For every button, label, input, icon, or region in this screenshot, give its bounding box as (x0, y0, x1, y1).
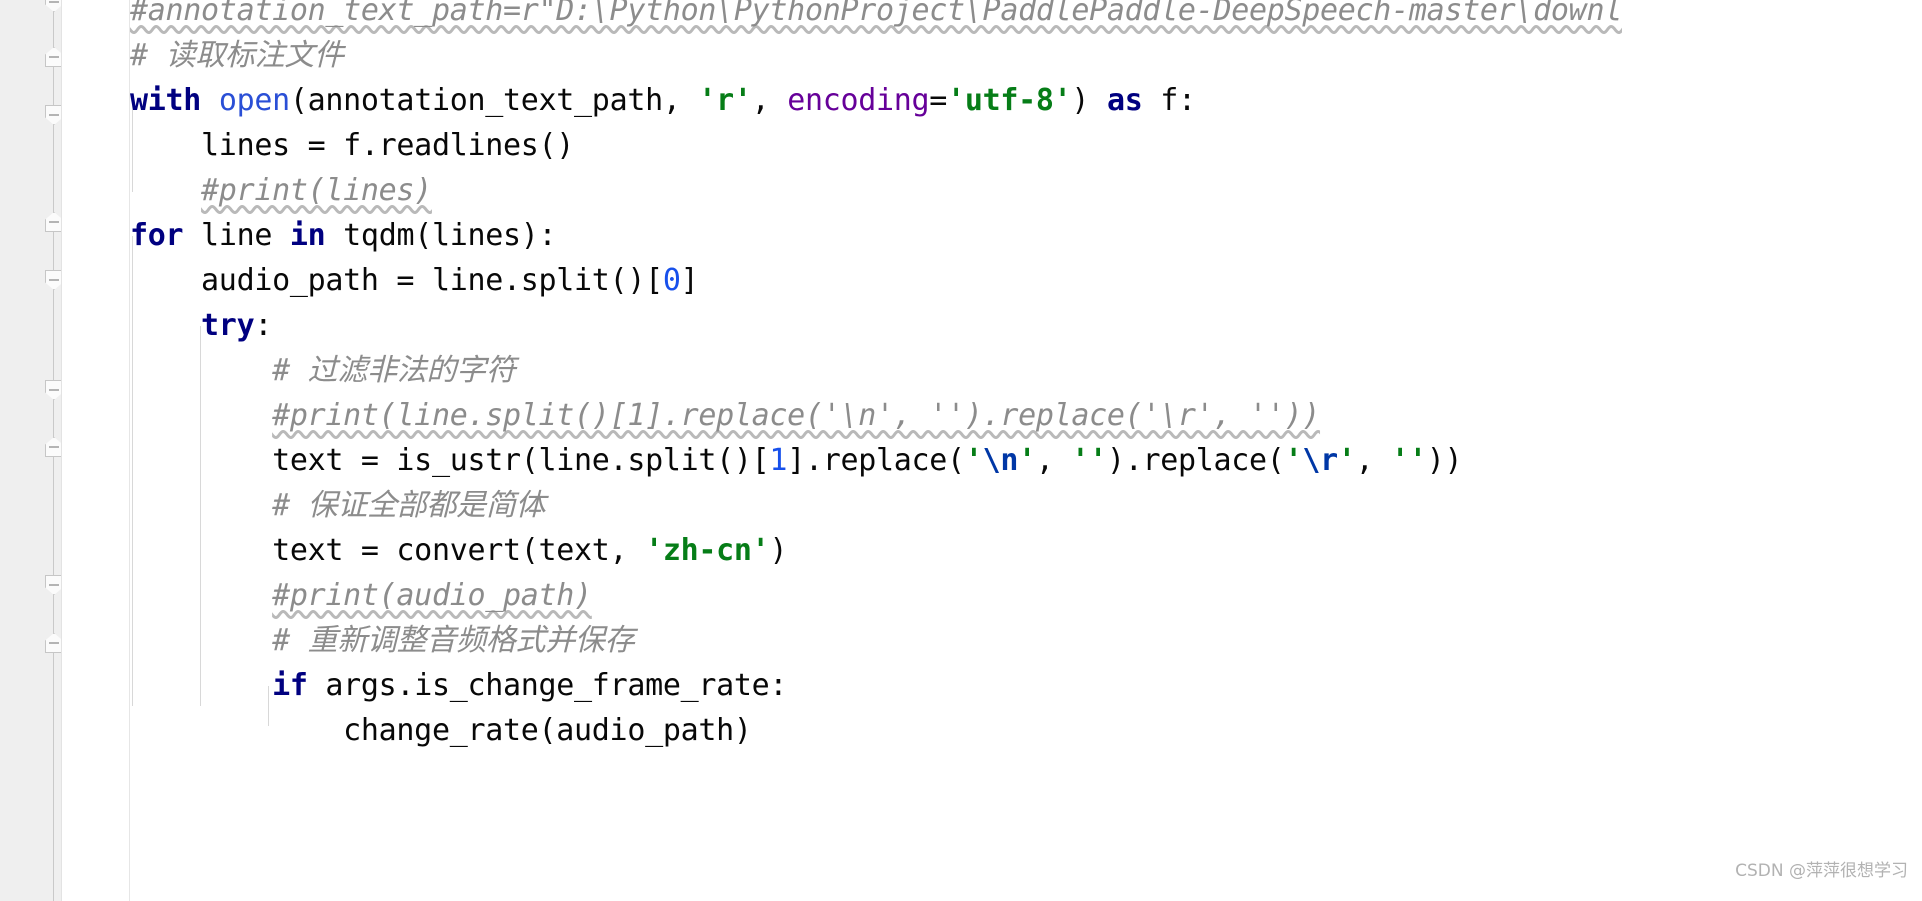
code-token: open (218, 83, 290, 118)
code-token: , (1355, 443, 1392, 478)
code-token: ' (1337, 443, 1356, 478)
code-token: # (130, 38, 166, 73)
line-comment-print-audio-path[interactable]: #print(audio_path) (130, 573, 592, 618)
line-comment-print-lines[interactable]: #print(lines) (130, 168, 432, 213)
code-token: ).replace( (1106, 443, 1285, 478)
code-token: , (1035, 443, 1072, 478)
code-token: ] (680, 263, 699, 298)
code-token: 重新调整音频格式并保存 (307, 623, 635, 658)
code-token: 'zh-cn' (645, 533, 770, 568)
code-token: encoding (787, 83, 930, 118)
code-token: \r (1302, 443, 1338, 478)
code-token: as (1106, 83, 1143, 118)
gutter-strip (62, 0, 130, 901)
code-token: text = is_ustr(line.split()[ (130, 443, 770, 478)
line-change-rate-call[interactable]: change_rate(audio_path) (130, 708, 752, 753)
code-token: '' (1391, 443, 1427, 478)
code-token: tqdm(lines): (325, 218, 557, 253)
code-token: = (929, 83, 948, 118)
code-token: ) (769, 533, 788, 568)
code-token: ) (1071, 83, 1107, 118)
code-token: )) (1426, 443, 1463, 478)
code-token: 1 (769, 443, 788, 478)
code-editor: #annotation_text_path=r"D:\Python\Python… (0, 0, 1922, 901)
watermark-label: CSDN @萍萍很想学习 (1735, 861, 1908, 881)
code-token: (annotation_text_path, (289, 83, 699, 118)
code-token: line (183, 218, 290, 253)
code-token: change_rate(audio_path) (130, 713, 752, 748)
line-comment-filter-illegal[interactable]: # 过滤非法的字符 (130, 348, 516, 393)
code-token: 过滤非法的字符 (307, 353, 516, 388)
code-text-area[interactable]: #annotation_text_path=r"D:\Python\Python… (130, 0, 1922, 901)
code-token: \n (982, 443, 1019, 478)
code-token: try (201, 308, 255, 343)
code-token: #annotation_text_path=r"D:\Python\Python… (130, 0, 1622, 28)
editor-gutter[interactable] (0, 0, 63, 901)
line-if-change-frame-rate[interactable]: if args.is_change_frame_rate: (130, 663, 787, 708)
line-comment-print-replace[interactable]: #print(line.split()[1].replace('\n', '')… (130, 393, 1320, 438)
code-token: ' (1018, 443, 1036, 478)
code-token: # (272, 353, 308, 388)
code-token: 读取标注文件 (165, 38, 345, 73)
code-token: 'utf-8' (947, 83, 1072, 118)
line-text-convert[interactable]: text = convert(text, 'zh-cn') (130, 528, 787, 573)
code-token: ' (1284, 443, 1303, 478)
code-token: '' (1071, 443, 1107, 478)
code-token: 'r' (698, 83, 752, 118)
code-token: f: (1142, 83, 1196, 118)
line-with-open[interactable]: with open(annotation_text_path, 'r', enc… (130, 78, 1196, 123)
code-token: for (130, 218, 184, 253)
code-token: : (254, 308, 273, 343)
code-token: # (272, 623, 308, 658)
code-token: #print(audio_path) (272, 578, 592, 613)
line-comment-ensure-simplified[interactable]: # 保证全部都是简体 (130, 483, 545, 528)
line-comment-read-annotation[interactable]: # 读取标注文件 (130, 33, 344, 78)
code-token: ].replace( (787, 443, 965, 478)
line-comment-resample-save[interactable]: # 重新调整音频格式并保存 (130, 618, 635, 663)
code-token: if (272, 668, 308, 703)
line-annotation-text-path[interactable]: #annotation_text_path=r"D:\Python\Python… (130, 0, 1622, 33)
code-token: lines = f.readlines() (130, 128, 575, 163)
line-audio-path-split[interactable]: audio_path = line.split()[0] (130, 258, 699, 303)
line-text-is-ustr[interactable]: text = is_ustr(line.split()[1].replace('… (130, 438, 1462, 483)
code-token: #print(lines) (201, 173, 432, 208)
code-token: #print(line.split()[1].replace('\n', '')… (272, 398, 1321, 433)
code-token: audio_path = line.split()[ (130, 263, 663, 298)
code-token: text = convert(text, (130, 533, 646, 568)
code-token: 0 (662, 263, 681, 298)
code-token: args.is_change_frame_rate: (307, 668, 788, 703)
code-token: , (751, 83, 788, 118)
code-token: ' (964, 443, 983, 478)
line-lines-readlines[interactable]: lines = f.readlines() (130, 123, 574, 168)
line-for-tqdm[interactable]: for line in tqdm(lines): (130, 213, 557, 258)
code-token: with (130, 83, 202, 118)
code-token: # (272, 488, 308, 523)
line-try[interactable]: try: (130, 303, 272, 348)
code-token: in (289, 218, 326, 253)
code-token: 保证全部都是简体 (307, 488, 546, 523)
